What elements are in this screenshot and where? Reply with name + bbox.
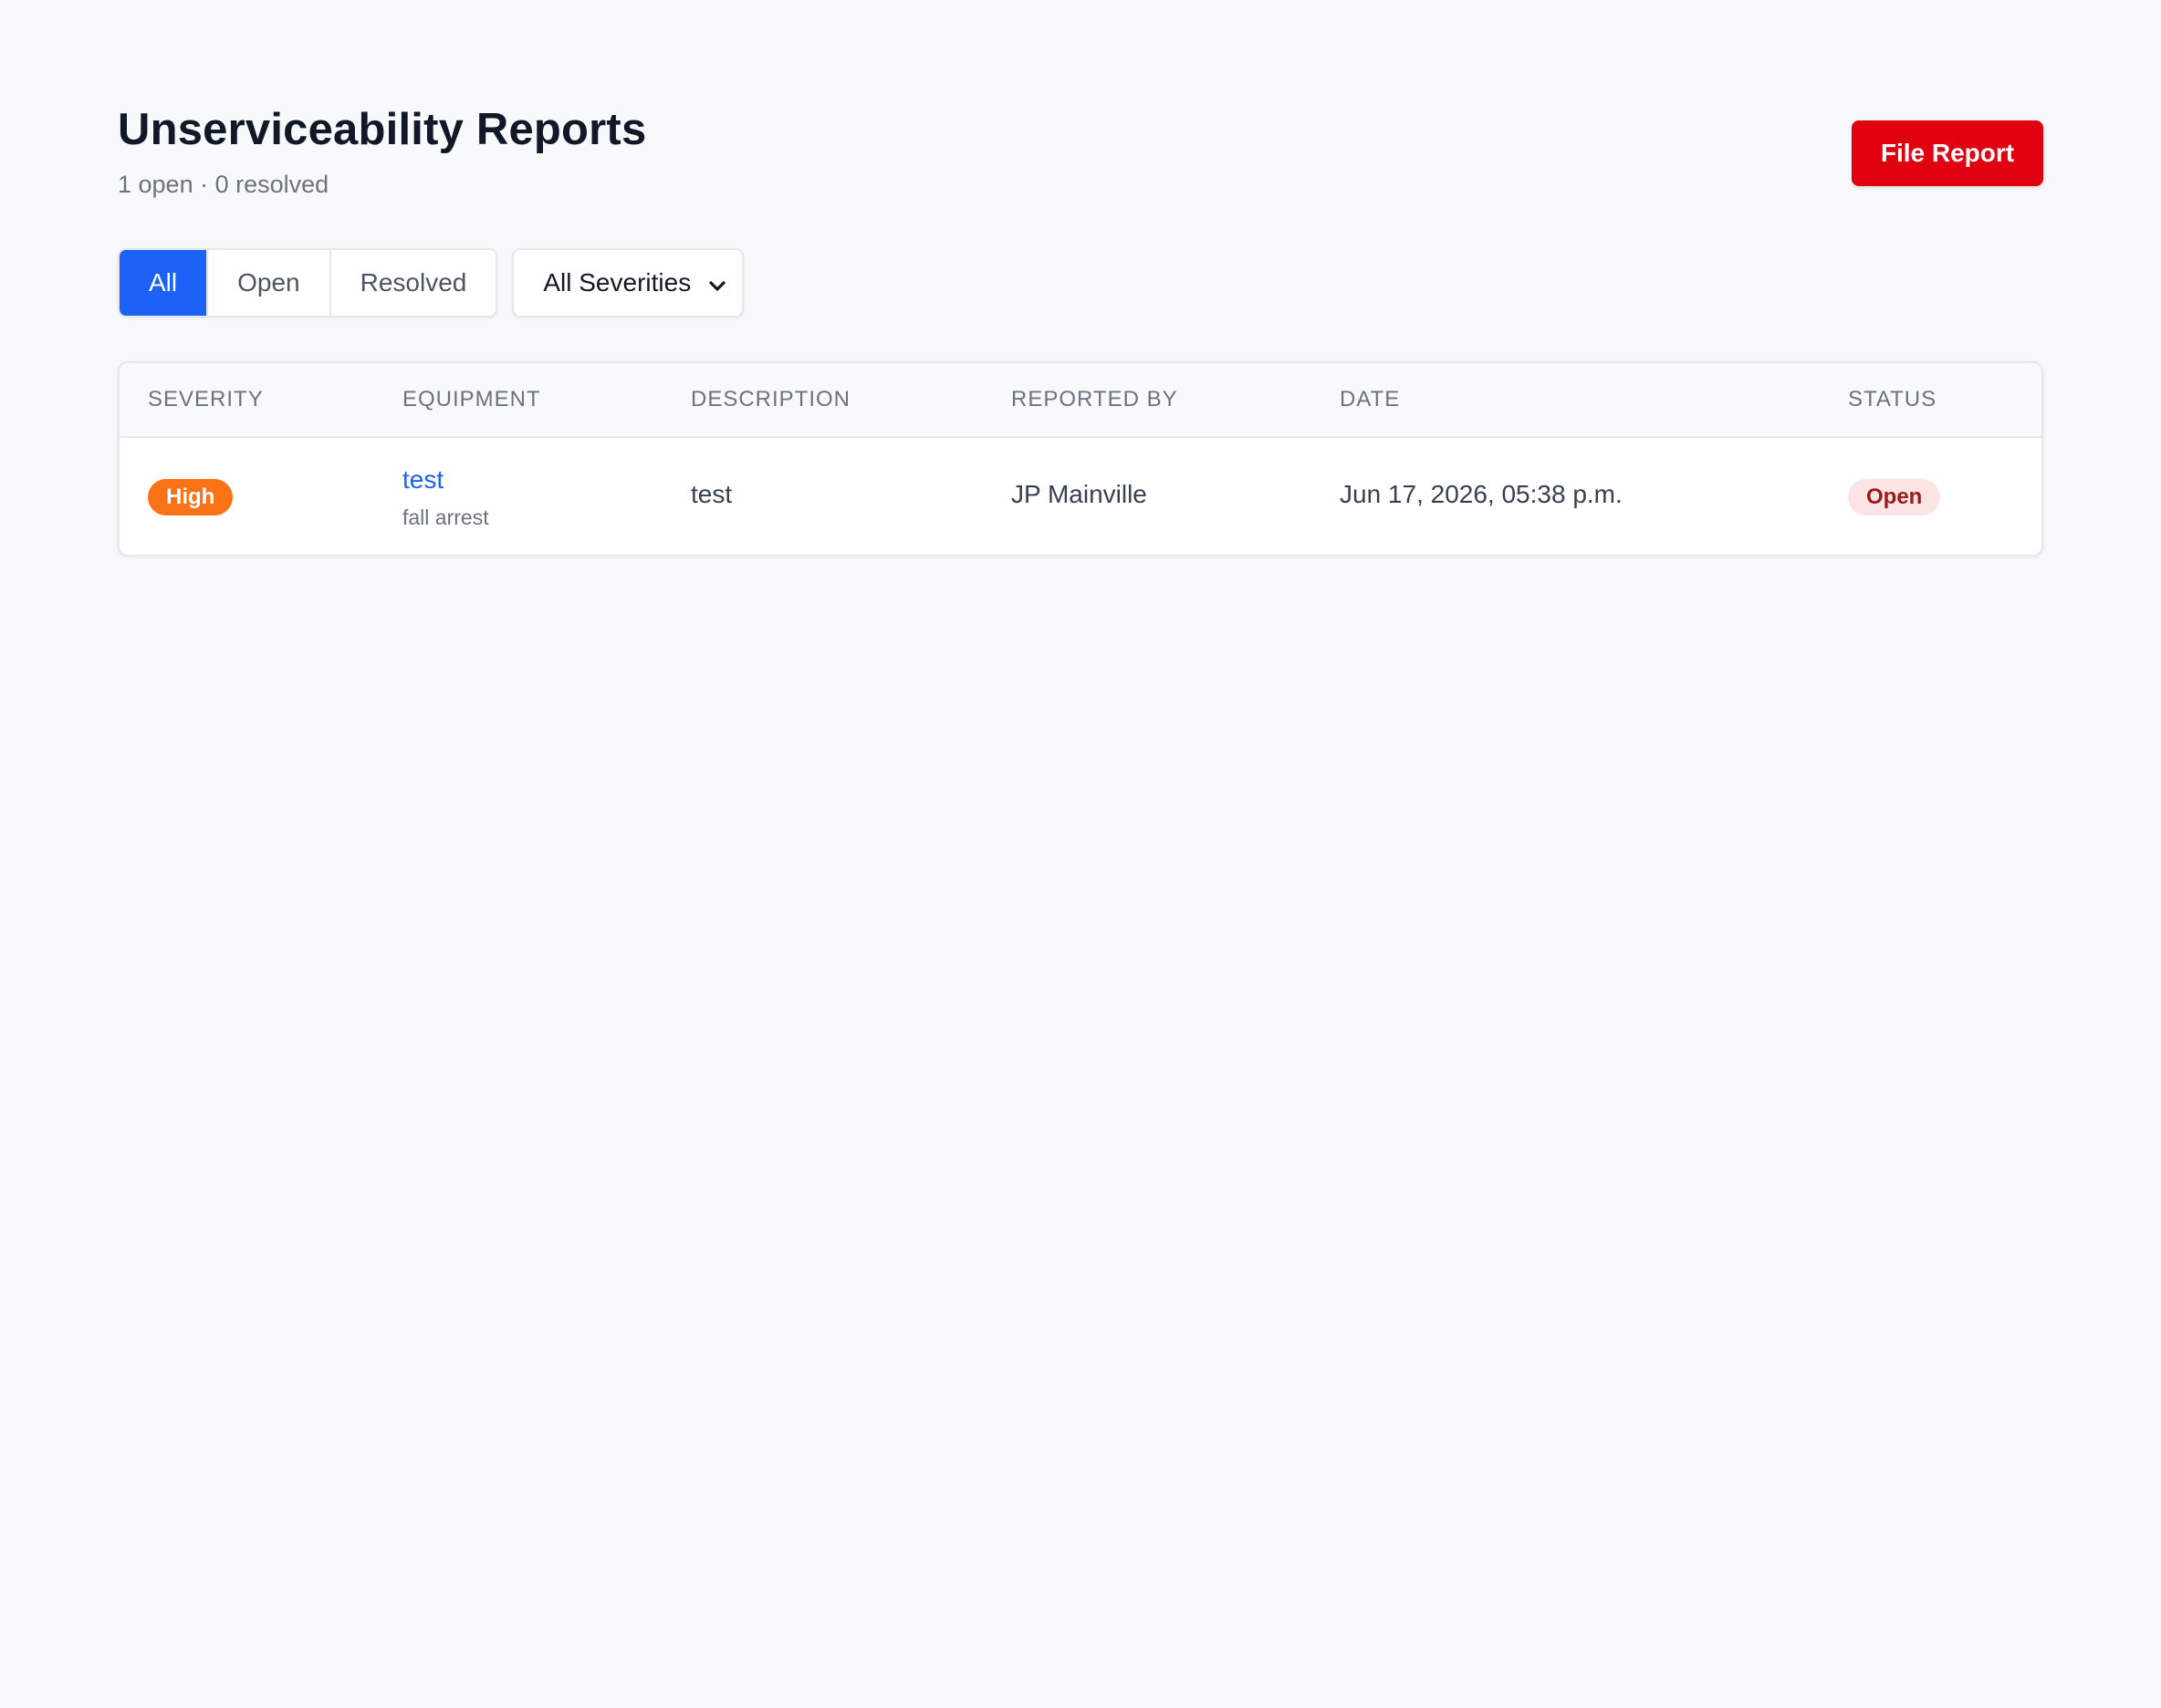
page: Unserviceability Reports 1 open · 0 reso… bbox=[0, 0, 2161, 1708]
column-header-severity: SEVERITY bbox=[148, 387, 264, 411]
column-header-date: DATE bbox=[1340, 387, 1401, 411]
severity-select-value: All Severities bbox=[543, 268, 692, 297]
status-filter-group: All Open Resolved bbox=[118, 248, 498, 318]
page-header: Unserviceability Reports 1 open · 0 reso… bbox=[118, 102, 2043, 212]
filter-bar: All Open Resolved All Severities bbox=[118, 248, 745, 318]
reported-by-cell: JP Mainville bbox=[1011, 480, 1147, 508]
report-summary: 1 open · 0 resolved bbox=[118, 171, 329, 198]
equipment-link[interactable]: test bbox=[402, 465, 444, 495]
table-header: SEVERITY EQUIPMENT DESCRIPTION REPORTED … bbox=[120, 363, 2041, 438]
date-cell: Jun 17, 2026, 05:38 p.m. bbox=[1340, 480, 1623, 508]
equipment-type: fall arrest bbox=[402, 505, 489, 529]
filter-all-button[interactable]: All bbox=[120, 250, 207, 316]
file-report-button[interactable]: File Report bbox=[1852, 120, 2043, 186]
description-cell: test bbox=[691, 480, 733, 508]
page-title: Unserviceability Reports bbox=[118, 105, 647, 154]
filter-resolved-button[interactable]: Resolved bbox=[329, 250, 496, 316]
status-badge: Open bbox=[1848, 479, 1941, 516]
filter-open-button[interactable]: Open bbox=[206, 250, 329, 316]
severity-select[interactable]: All Severities bbox=[512, 248, 745, 318]
chevron-down-icon bbox=[707, 273, 727, 293]
column-header-description: DESCRIPTION bbox=[691, 387, 851, 411]
reports-container: Unserviceability Reports 1 open · 0 reso… bbox=[118, 102, 2043, 557]
column-header-reported-by: REPORTED BY bbox=[1011, 387, 1178, 411]
reports-table: SEVERITY EQUIPMENT DESCRIPTION REPORTED … bbox=[118, 361, 2043, 557]
column-header-status: STATUS bbox=[1848, 387, 1937, 411]
column-header-equipment: EQUIPMENT bbox=[402, 387, 541, 411]
table-row[interactable]: High test fall arrest test JP Mainville … bbox=[120, 438, 2041, 555]
severity-badge: High bbox=[148, 479, 234, 516]
